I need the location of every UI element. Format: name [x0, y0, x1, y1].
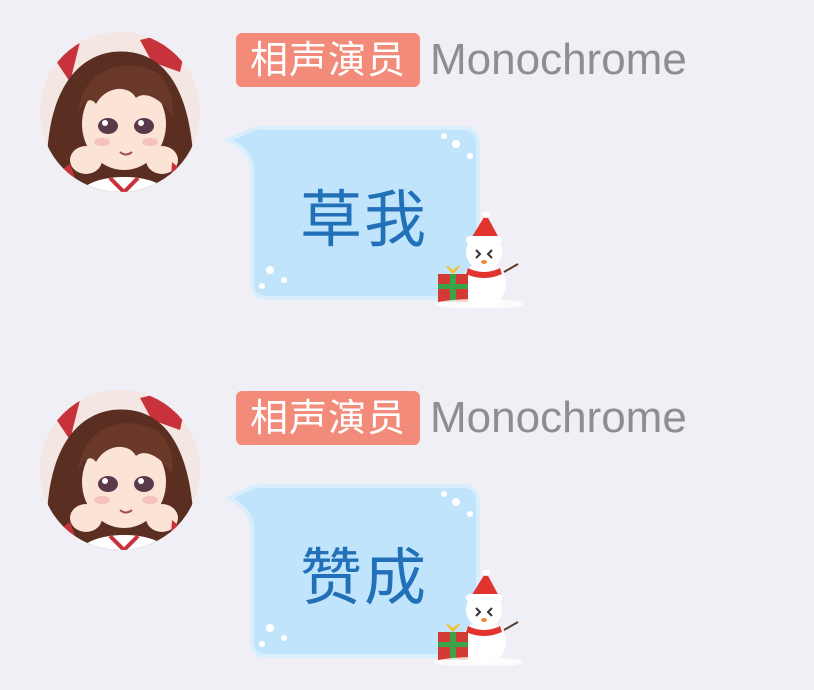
sender-info: 相声演员 Monochrome: [236, 390, 687, 446]
sender-name[interactable]: Monochrome: [430, 393, 687, 443]
sender-name[interactable]: Monochrome: [430, 35, 687, 85]
snowman-gift-icon: [435, 212, 523, 308]
message-bubble[interactable]: 草我: [226, 122, 526, 312]
message-bubble[interactable]: 赞成: [226, 480, 526, 670]
chat-view: 相声演员 Monochrome 草我 相声演员 Monochrome 赞成: [0, 0, 814, 690]
sender-info: 相声演员 Monochrome: [236, 32, 687, 88]
member-title-badge: 相声演员: [236, 33, 421, 87]
chat-message: 相声演员 Monochrome 赞成: [0, 358, 814, 688]
member-title-badge: 相声演员: [236, 391, 421, 445]
anime-girl-avatar-icon: [40, 390, 200, 550]
chat-message: 相声演员 Monochrome 草我: [0, 0, 814, 330]
sender-avatar[interactable]: [40, 390, 200, 550]
anime-girl-avatar-icon: [40, 32, 200, 192]
snowman-gift-icon: [435, 570, 523, 666]
sender-avatar[interactable]: [40, 32, 200, 192]
